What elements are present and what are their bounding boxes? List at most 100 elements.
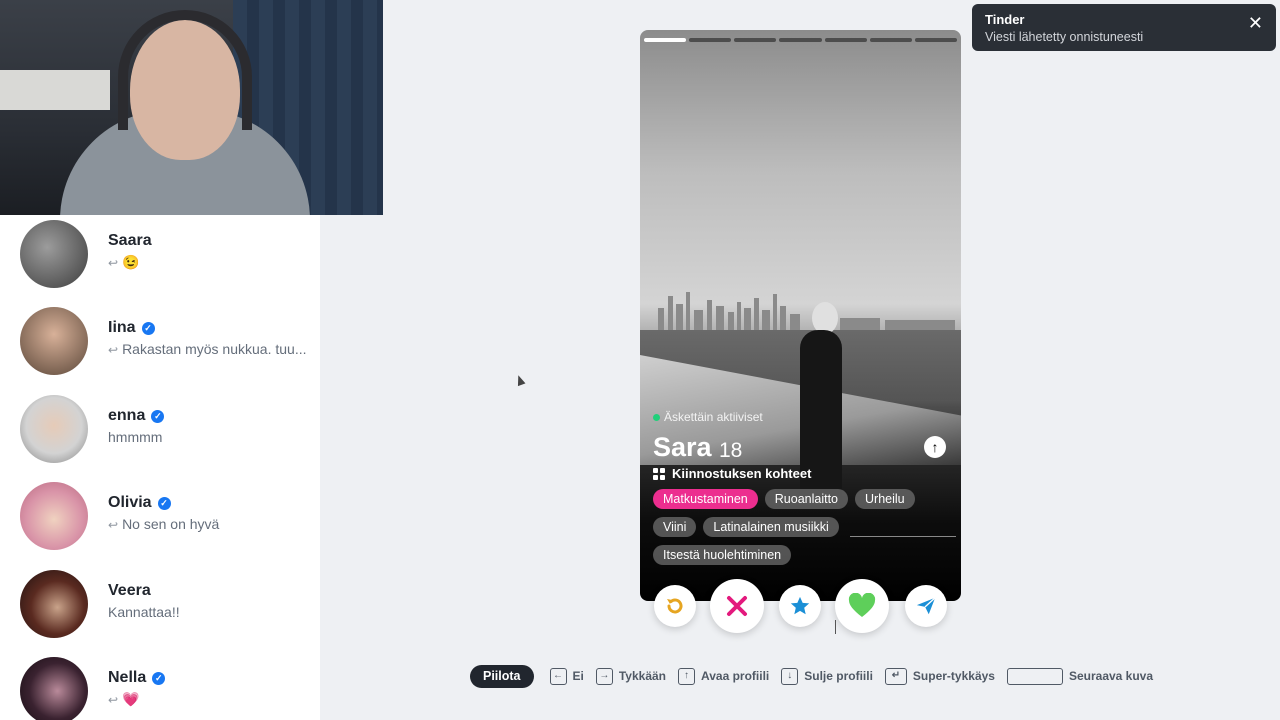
profile-card[interactable]: Äskettäin aktiiviset Sara 18 ↑ Kiinnostu…: [640, 30, 961, 601]
interest-chip: Urheilu: [855, 489, 915, 509]
open-profile-arrow-icon[interactable]: ↑: [924, 436, 946, 458]
photo-progress-segment: [779, 38, 822, 42]
hint-label: Seuraava kuva: [1068, 669, 1154, 683]
match-name: enna ✓: [108, 407, 165, 425]
match-message-text: Kannattaa!!: [108, 604, 180, 620]
avatar: [20, 482, 88, 550]
hint-label: Sulje profiili: [804, 669, 873, 683]
photo-progress-segment: [689, 38, 732, 42]
hint-label: Ei: [572, 669, 584, 683]
match-item[interactable]: Veera Kannattaa!!: [0, 570, 320, 650]
match-message-text: hmmmm: [108, 429, 163, 445]
match-name: Veera: [108, 582, 151, 599]
interest-chip: Ruoanlaitto: [764, 489, 849, 509]
interests-heading: Kiinnostuksen kohteet: [653, 466, 811, 481]
verified-badge-icon: ✓: [141, 322, 155, 335]
photo-progress-segment: [914, 38, 957, 42]
interest-chip: Viini: [653, 517, 697, 537]
hint-label: Avaa profiili: [701, 669, 770, 683]
interests-grid-icon: [653, 467, 665, 480]
profile-age: 18: [719, 439, 743, 462]
close-icon[interactable]: ✕: [1248, 14, 1263, 32]
verified-badge-icon: ✓: [151, 410, 165, 423]
matches-sidebar: Saara ↩ 😉 Iina ✓ ↩ Rakastan myös nukkua. tu…: [0, 215, 320, 720]
photo-progress-segment: [824, 38, 867, 42]
match-item[interactable]: enna ✓ hmmmm: [0, 395, 320, 475]
activity-status-text: Äskettäin aktiiviset: [664, 410, 763, 424]
hint-nope: ← Ei: [549, 667, 584, 685]
rewind-button[interactable]: [654, 585, 696, 627]
match-name-text: enna: [108, 407, 146, 424]
match-message: Kannattaa!!: [108, 604, 308, 620]
online-dot-icon: [653, 413, 660, 421]
hint-like: → Tykkään: [595, 667, 666, 685]
mouse-pointer-icon: [514, 373, 526, 387]
divider: [850, 536, 956, 537]
match-message-text: 💗: [122, 691, 140, 707]
match-item[interactable]: Iina ✓ ↩ Rakastan myös nukkua. tuu...: [0, 307, 320, 387]
super-like-button[interactable]: [779, 585, 821, 627]
keyboard-hints-bar: Piilota ← Ei → Tykkään ↑ Avaa profiili ↓ Sul…: [470, 664, 1165, 688]
hint-next-photo: Seuraava kuva: [1006, 667, 1154, 685]
match-item[interactable]: Nella ✓ ↩ 💗: [0, 657, 320, 720]
webcam-shelf: [0, 70, 110, 110]
x-icon: [727, 596, 747, 616]
hide-hints-button[interactable]: Piilota: [470, 664, 534, 688]
arrow-up-key-icon: ↑: [678, 667, 695, 685]
verified-badge-icon: ✓: [152, 672, 166, 685]
match-message-text: 😉: [122, 254, 140, 270]
hint-label: Tykkään: [618, 669, 666, 683]
match-message-text: No sen on hyvä: [122, 516, 220, 532]
interest-chips: Matkustaminen Ruoanlaitto Urheilu Viini …: [653, 489, 953, 565]
match-name: Nella ✓: [108, 669, 166, 687]
arrow-right-key-icon: →: [595, 667, 613, 685]
match-message: ↩ Rakastan myös nukkua. tuu...: [108, 341, 308, 357]
nope-button[interactable]: [710, 579, 764, 633]
toast-message: Viesti lähetetty onnistuneesti: [985, 30, 1144, 44]
hint-super-like: ↵ Super-tykkäys: [884, 667, 995, 685]
profile-name: Sara: [653, 432, 712, 462]
match-name-text: Olivia: [108, 494, 152, 511]
space-key-icon: [1006, 667, 1063, 685]
enter-key-icon: ↵: [884, 667, 907, 685]
match-name: Olivia ✓: [108, 494, 171, 512]
like-button[interactable]: [835, 579, 889, 633]
interest-chip: Latinalainen musiikki: [703, 517, 839, 537]
reply-icon: ↩: [108, 343, 119, 357]
hint-close-profile: ↓ Sulje profiili: [781, 667, 873, 685]
match-message: ↩ 💗: [108, 691, 308, 708]
verified-badge-icon: ✓: [157, 497, 171, 510]
webcam-headphones: [118, 10, 252, 130]
match-message-text: Rakastan myös nukkua. tuu...: [122, 341, 307, 357]
match-name: Iina ✓: [108, 319, 155, 337]
hint-label: Super-tykkäys: [912, 669, 995, 683]
toast-title: Tinder: [985, 12, 1025, 27]
avatar: [20, 570, 88, 638]
match-message: ↩ No sen on hyvä: [108, 516, 308, 532]
match-item[interactable]: Saara ↩ 😉: [0, 220, 320, 300]
webcam-overlay: [0, 0, 383, 215]
match-name-text: Iina: [108, 319, 136, 336]
hint-open-profile: ↑ Avaa profiili: [678, 667, 770, 685]
avatar: [20, 657, 88, 720]
boost-button[interactable]: [905, 585, 947, 627]
star-icon: [790, 596, 810, 615]
match-item[interactable]: Olivia ✓ ↩ No sen on hyvä: [0, 482, 320, 562]
arrow-left-key-icon: ←: [549, 667, 567, 685]
interest-chip: Itsestä huolehtiminen: [653, 545, 792, 565]
activity-status: Äskettäin aktiiviset: [653, 410, 763, 424]
match-name-text: Nella: [108, 669, 147, 686]
match-name: Saara: [108, 232, 152, 249]
text-cursor: [835, 620, 836, 634]
toast-notification: Tinder Viesti lähetetty onnistuneesti ✕: [972, 4, 1276, 51]
interest-chip: Matkustaminen: [653, 489, 758, 509]
arrow-down-key-icon: ↓: [781, 667, 799, 685]
reply-icon: ↩: [108, 518, 119, 532]
send-icon: [916, 597, 936, 615]
match-message: ↩ 😉: [108, 254, 308, 271]
photo-progress-segment: [734, 38, 777, 42]
action-buttons: [640, 578, 961, 634]
rewind-icon: [667, 598, 683, 614]
photo-progress-segment: [869, 38, 912, 42]
reply-icon: ↩: [108, 256, 119, 270]
